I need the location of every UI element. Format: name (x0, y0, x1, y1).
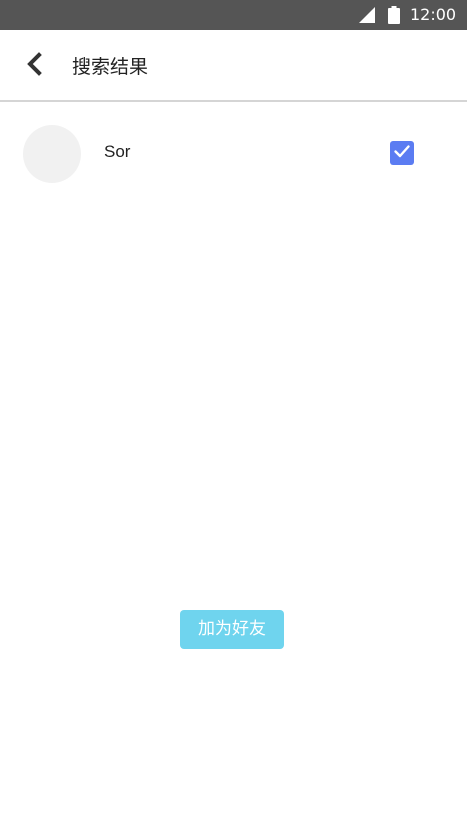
app-bar: 搜索结果 (0, 30, 467, 102)
page-title: 搜索结果 (72, 56, 149, 78)
select-checkbox[interactable] (390, 141, 414, 165)
back-button[interactable] (14, 46, 54, 86)
add-friend-button[interactable]: 加为好友 (180, 610, 284, 649)
signal-icon (359, 7, 375, 23)
checkmark-icon (393, 142, 411, 164)
search-results-screen: 12:00 搜索结果 Sor 加为好友 (0, 0, 467, 831)
status-bar: 12:00 (0, 0, 467, 30)
result-row[interactable]: Sor (0, 104, 467, 202)
user-name: Sor (104, 142, 131, 161)
status-clock: 12:00 (410, 5, 457, 24)
avatar (23, 125, 81, 183)
chevron-left-icon (25, 52, 43, 80)
battery-icon (388, 6, 400, 24)
